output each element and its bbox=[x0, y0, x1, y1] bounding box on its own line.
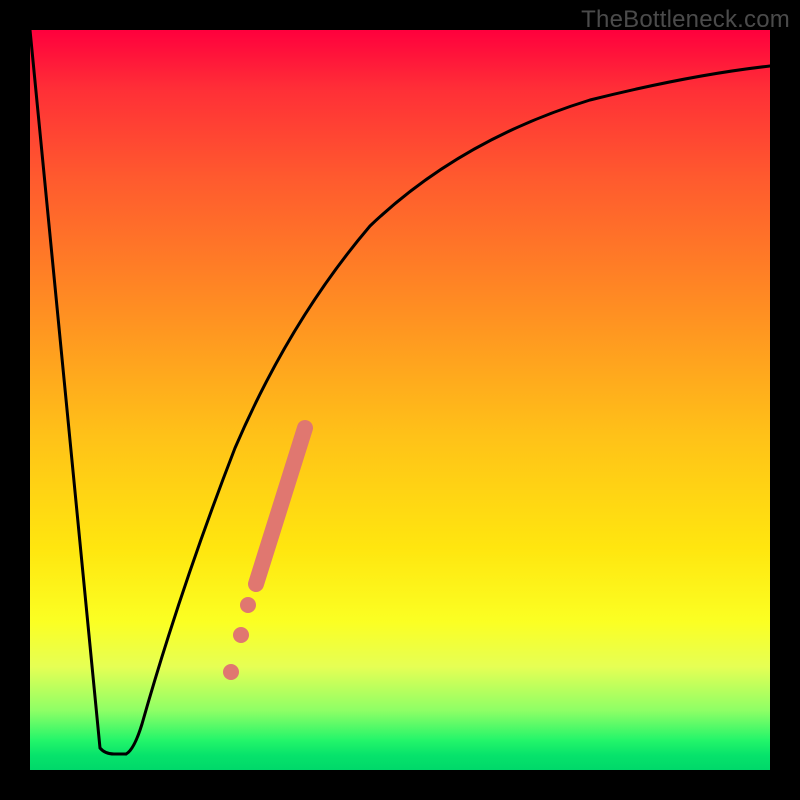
marker-dot-2 bbox=[233, 627, 249, 643]
marker-dot-1 bbox=[240, 597, 256, 613]
chart-stage: TheBottleneck.com bbox=[0, 0, 800, 800]
watermark-text: TheBottleneck.com bbox=[581, 6, 790, 34]
curve-left-branch bbox=[30, 30, 126, 754]
highlight-segment bbox=[256, 428, 305, 584]
plot-area bbox=[30, 30, 770, 770]
marker-dot-3 bbox=[223, 664, 239, 680]
curve-right-branch bbox=[126, 66, 770, 754]
chart-svg bbox=[30, 30, 770, 770]
